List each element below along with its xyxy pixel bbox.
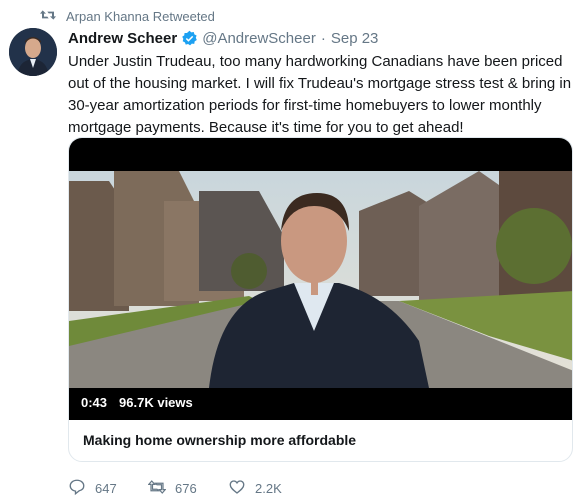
separator-dot: ·	[320, 29, 326, 47]
retweet-context: Arpan Khanna Retweeted	[40, 8, 215, 25]
video-views: 96.7K views	[119, 395, 193, 410]
retweet-action-icon	[147, 478, 167, 499]
video-player[interactable]: 0:43 96.7K views	[69, 138, 572, 420]
reply-count: 647	[95, 481, 117, 496]
avatar[interactable]	[9, 28, 57, 76]
display-name[interactable]: Andrew Scheer	[68, 30, 177, 47]
video-duration: 0:43	[81, 395, 108, 410]
user-handle[interactable]: @AndrewScheer	[202, 30, 316, 47]
video-thumbnail	[69, 171, 572, 388]
like-count: 2.2K	[255, 481, 282, 496]
retweet-context-text[interactable]: Arpan Khanna Retweeted	[66, 9, 215, 24]
retweet-button[interactable]: 676	[147, 478, 228, 499]
media-card[interactable]: 0:43 96.7K views Making home ownership m…	[68, 137, 573, 462]
tweet-actions: 647 676 2.2K	[68, 478, 308, 499]
video-overlay: 0:43 96.7K views	[81, 395, 193, 410]
like-button[interactable]: 2.2K	[228, 478, 308, 499]
tweet-body: Andrew Scheer @AndrewScheer · Sep 23 Und…	[68, 28, 573, 139]
tweet-text: Under Justin Trudeau, too many hardworki…	[68, 53, 572, 136]
reply-icon	[68, 478, 86, 499]
verified-badge-icon	[181, 30, 198, 47]
tweet-date[interactable]: Sep 23	[331, 30, 379, 47]
retweet-count: 676	[175, 481, 197, 496]
heart-icon	[228, 478, 246, 499]
reply-button[interactable]: 647	[68, 478, 148, 499]
tweet-header: Andrew Scheer @AndrewScheer · Sep 23	[68, 28, 573, 48]
retweet-icon	[40, 8, 56, 25]
card-title[interactable]: Making home ownership more affordable	[69, 420, 572, 460]
